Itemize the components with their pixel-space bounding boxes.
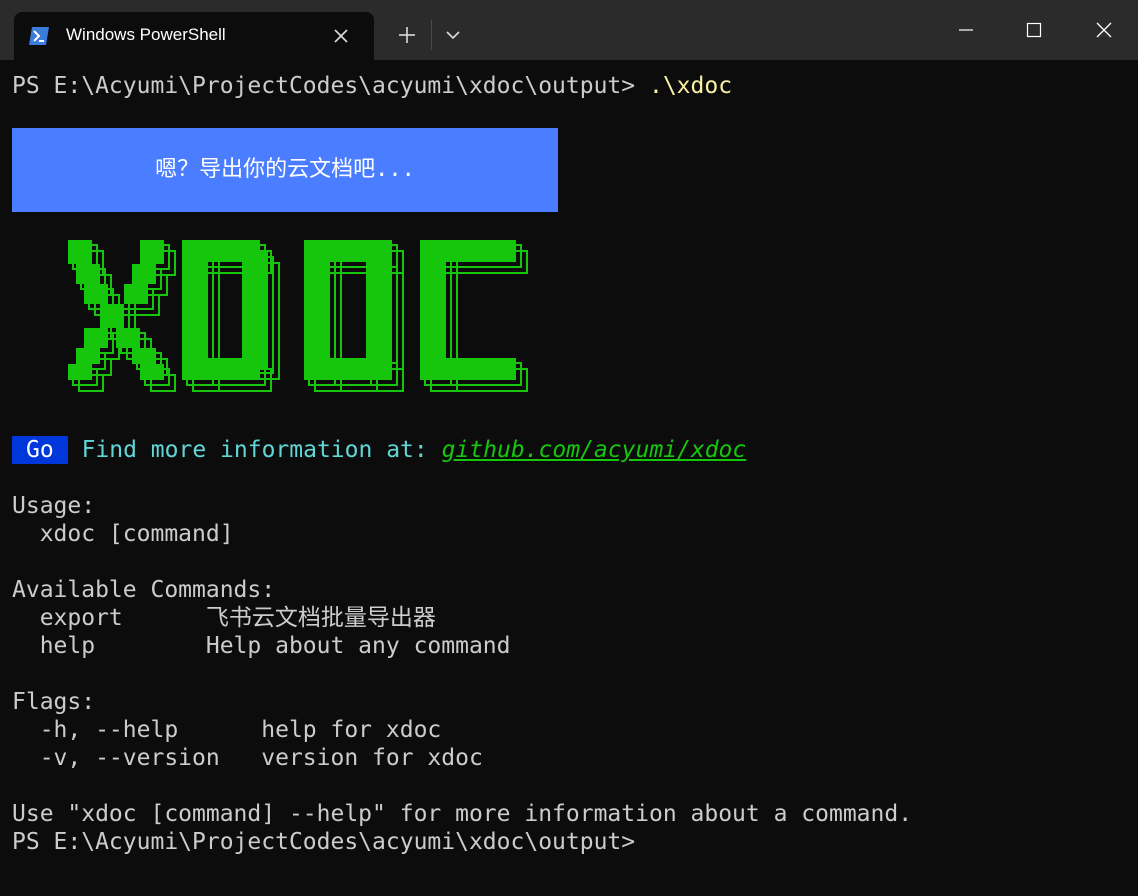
github-link[interactable]: github.com/acyumi/xdoc: [442, 437, 747, 463]
close-tab-icon[interactable]: [332, 27, 350, 45]
find-more-text: Find more information at:: [81, 437, 428, 463]
banner: 嗯？导出你的云文档吧...: [12, 128, 558, 212]
final-prompt: PS E:\Acyumi\ProjectCodes\acyumi\xdoc\ou…: [12, 829, 636, 855]
flag-version: -v, --version version for xdoc: [12, 745, 483, 771]
title-bar: Windows PowerShell: [0, 0, 1138, 60]
go-badge: Go: [12, 436, 68, 464]
terminal-output[interactable]: PS E:\Acyumi\ProjectCodes\acyumi\xdoc\ou…: [0, 60, 1138, 896]
plus-icon[interactable]: [396, 24, 418, 46]
usage-line: xdoc [command]: [12, 521, 234, 547]
maximize-button[interactable]: [1000, 0, 1068, 60]
info-line: Go Find more information at: github.com/…: [12, 436, 746, 464]
tab-divider: [431, 20, 432, 50]
command-text: .\xdoc: [648, 73, 733, 99]
close-icon: [1096, 22, 1112, 38]
flags-header: Flags:: [12, 689, 96, 715]
maximize-icon: [1026, 22, 1042, 38]
powershell-icon: [28, 26, 50, 46]
banner-text: 嗯？导出你的云文档吧...: [155, 157, 415, 182]
close-window-button[interactable]: [1070, 0, 1138, 60]
usage-header: Usage:: [12, 493, 96, 519]
prompt: PS E:\Acyumi\ProjectCodes\acyumi\xdoc\ou…: [12, 73, 649, 99]
footer-line: Use "xdoc [command] --help" for more inf…: [12, 801, 913, 827]
xdoc-logo: [68, 240, 528, 392]
flag-help: -h, --help help for xdoc: [12, 717, 442, 743]
command-help: help Help about any command: [12, 633, 511, 659]
commands-header: Available Commands:: [12, 577, 276, 603]
chevron-down-icon[interactable]: [444, 27, 462, 43]
command-export: export 飞书云文档批量导出器: [12, 605, 436, 631]
minimize-icon: [959, 29, 973, 31]
command-line: PS E:\Acyumi\ProjectCodes\acyumi\xdoc\ou…: [12, 72, 732, 100]
tab-title: Windows PowerShell: [66, 25, 226, 44]
tab-windows-powershell[interactable]: Windows PowerShell: [14, 12, 374, 60]
minimize-button[interactable]: [932, 0, 1000, 60]
